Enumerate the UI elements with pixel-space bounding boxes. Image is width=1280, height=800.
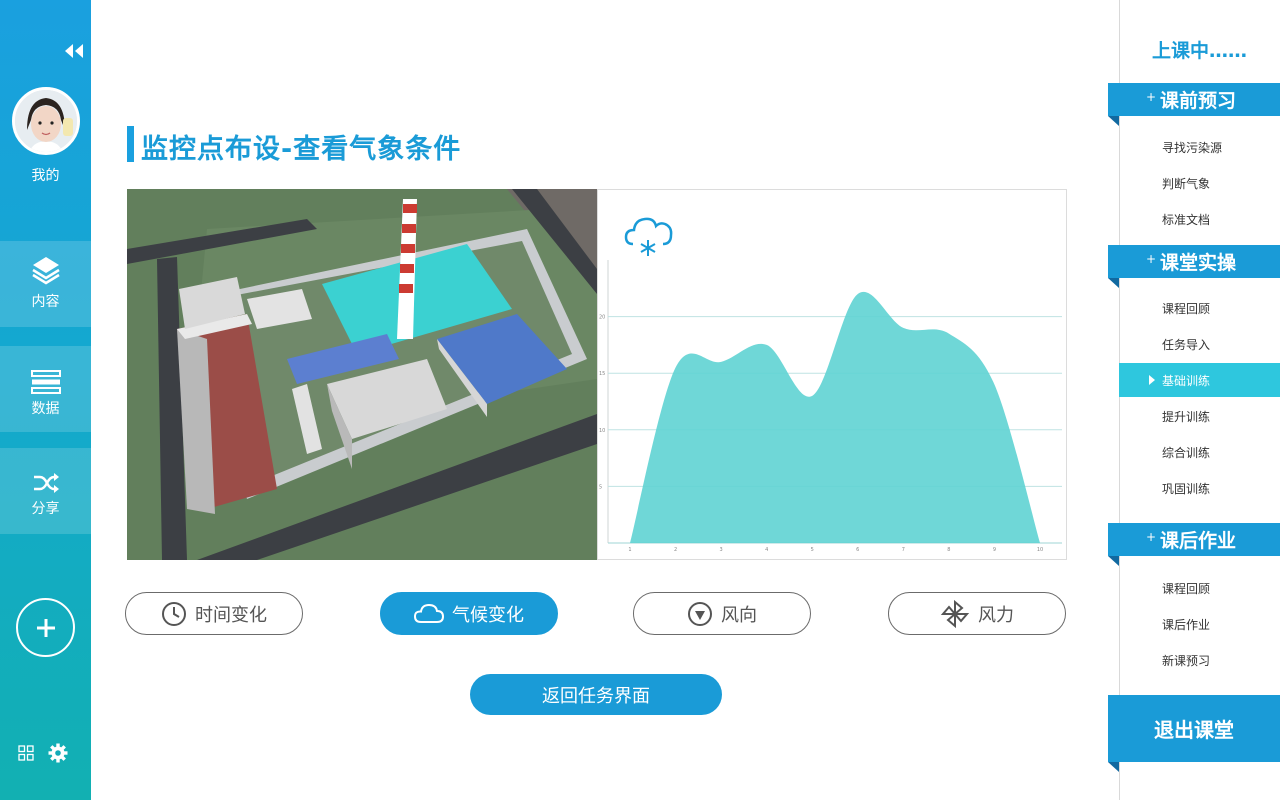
menu-item-course-review-2[interactable]: 课程回顾: [1119, 571, 1280, 605]
x-tick-label: 2: [674, 547, 677, 553]
x-tick-label: 10: [1037, 547, 1043, 553]
menu-item-consolidation-training[interactable]: 巩固训练: [1119, 471, 1280, 505]
x-tick-label: 3: [720, 547, 723, 553]
menu-item-judge-weather[interactable]: 判断气象: [1119, 166, 1280, 200]
section-homework-label: 课后作业: [1160, 530, 1237, 552]
class-status: 上课中……: [1151, 40, 1247, 62]
tab-wind-force-label: 风力: [978, 604, 1014, 626]
x-tick-label: 5: [811, 547, 814, 553]
x-tick-label: 8: [947, 547, 950, 553]
nav-content[interactable]: 内容: [0, 241, 91, 327]
avatar[interactable]: [12, 87, 80, 155]
nav-data[interactable]: 数据: [0, 346, 91, 432]
left-sidebar: 我的 内容 数据 分享: [0, 0, 91, 800]
menu-item-basic-training-label: 基础训练: [1162, 373, 1211, 388]
section-preview[interactable]: 课前预习: [1108, 83, 1280, 126]
tab-wind-direction[interactable]: 风向: [633, 592, 811, 635]
tab-time-change-label: 时间变化: [195, 604, 267, 626]
menu-item-basic-training[interactable]: 基础训练: [1119, 363, 1280, 397]
section-preview-label: 课前预习: [1160, 90, 1237, 112]
tab-climate-change-label: 气候变化: [452, 604, 524, 626]
nav-data-label: 数据: [31, 401, 60, 417]
gear-icon[interactable]: [48, 743, 68, 763]
area-series: [630, 291, 1040, 543]
shuffle-icon: [33, 473, 59, 493]
y-tick-label: 15: [599, 371, 605, 377]
pinwheel-icon: [940, 599, 970, 628]
title-accent-bar: [127, 126, 134, 162]
x-tick-label: 4: [765, 547, 768, 553]
menu-item-course-review[interactable]: 课程回顾: [1119, 291, 1280, 325]
menu-item-new-lesson-preview[interactable]: 新课预习: [1119, 643, 1280, 677]
tab-time-change[interactable]: 时间变化: [125, 592, 303, 635]
double-chevron-left-icon[interactable]: [62, 41, 86, 61]
area-chart: 5 10 15 20 1 2 3 4 5 6 7 8 9 10: [599, 260, 1062, 553]
menu-item-task-intro[interactable]: 任务导入: [1119, 327, 1280, 361]
menu-item-comprehensive-training[interactable]: 综合训练: [1119, 435, 1280, 469]
exit-class-button[interactable]: 退出课堂: [1108, 695, 1280, 772]
cloud-icon: [414, 603, 444, 623]
add-button[interactable]: [16, 598, 75, 657]
menu-item-homework[interactable]: 课后作业: [1119, 607, 1280, 641]
y-tick-label: 20: [599, 315, 605, 321]
nav-share-label: 分享: [31, 501, 60, 517]
active-indicator-icon: [1149, 375, 1155, 385]
return-to-task-button[interactable]: 返回任务界面: [470, 674, 722, 715]
section-practice-label: 课堂实操: [1160, 252, 1237, 274]
x-tick-label: 6: [856, 547, 859, 553]
weather-chart-panel: 5 10 15 20 1 2 3 4 5 6 7 8 9 10: [597, 189, 1067, 560]
layers-icon: [31, 257, 60, 285]
tab-wind-force[interactable]: 风力: [888, 592, 1066, 635]
section-practice[interactable]: 课堂实操: [1108, 245, 1280, 288]
profile-label[interactable]: 我的: [0, 165, 91, 185]
x-tick-label: 1: [628, 547, 631, 553]
data-list-icon: [30, 370, 61, 394]
wind-direction-icon: [688, 601, 712, 626]
section-homework[interactable]: 课后作业: [1108, 523, 1280, 566]
grid-icon[interactable]: [18, 745, 34, 761]
x-tick-label: 7: [902, 547, 905, 553]
tab-climate-change[interactable]: 气候变化: [380, 592, 558, 635]
plant-3d-scene: [127, 189, 597, 560]
nav-content-label: 内容: [31, 294, 60, 310]
page-title: 监控点布设-查看气象条件: [141, 134, 462, 165]
clock-icon: [162, 601, 186, 626]
menu-item-find-pollution-source[interactable]: 寻找污染源: [1119, 130, 1280, 164]
menu-item-standard-docs[interactable]: 标准文档: [1119, 202, 1280, 236]
y-tick-label: 10: [599, 428, 605, 434]
nav-share[interactable]: 分享: [0, 448, 91, 534]
x-tick-label: 9: [993, 547, 996, 553]
y-tick-label: 5: [599, 484, 602, 490]
tab-wind-direction-label: 风向: [721, 604, 757, 626]
menu-item-advanced-training[interactable]: 提升训练: [1119, 399, 1280, 433]
